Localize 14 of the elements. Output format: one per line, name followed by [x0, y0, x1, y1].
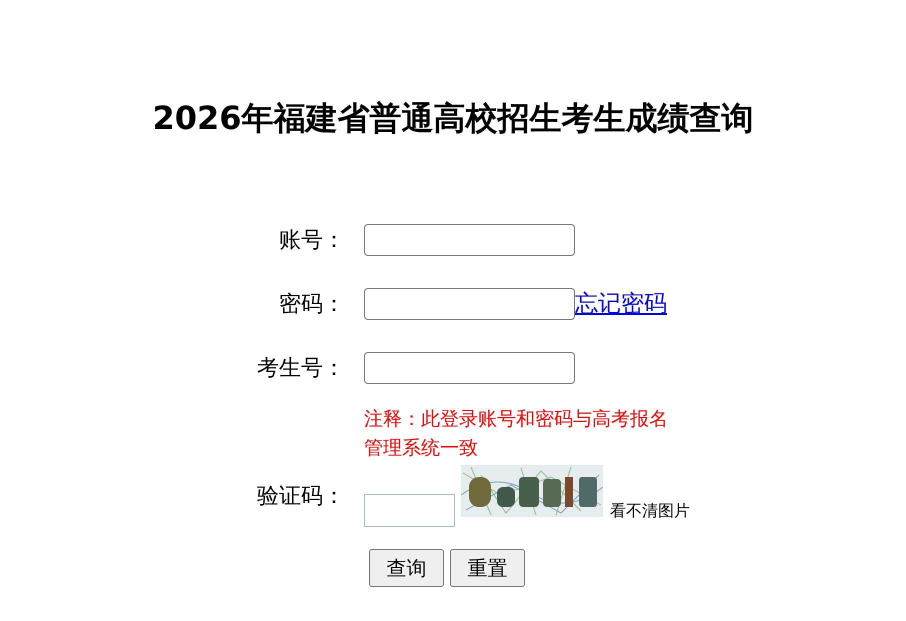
page-title: 2026年福建省普通高校招生考生成绩查询 — [152, 99, 754, 138]
field-label: 密码： — [279, 290, 345, 318]
field-label: 验证码： — [257, 482, 345, 510]
captcha-input[interactable] — [364, 494, 455, 527]
query-button[interactable]: 查询 — [369, 549, 444, 587]
note-text: 注释：此登录账号和密码与高考报名管理系统一致 — [364, 407, 669, 461]
field-label: 账号： — [279, 226, 345, 254]
text-input[interactable] — [364, 352, 575, 384]
field-label: 考生号： — [257, 354, 345, 382]
refresh-captcha-link[interactable]: 看不清图片 — [610, 501, 690, 521]
reset-button[interactable]: 重置 — [450, 549, 525, 587]
text-input[interactable] — [364, 224, 575, 256]
forgot-password-link[interactable]: 忘记密码 — [575, 290, 667, 318]
text-input[interactable] — [364, 288, 575, 320]
